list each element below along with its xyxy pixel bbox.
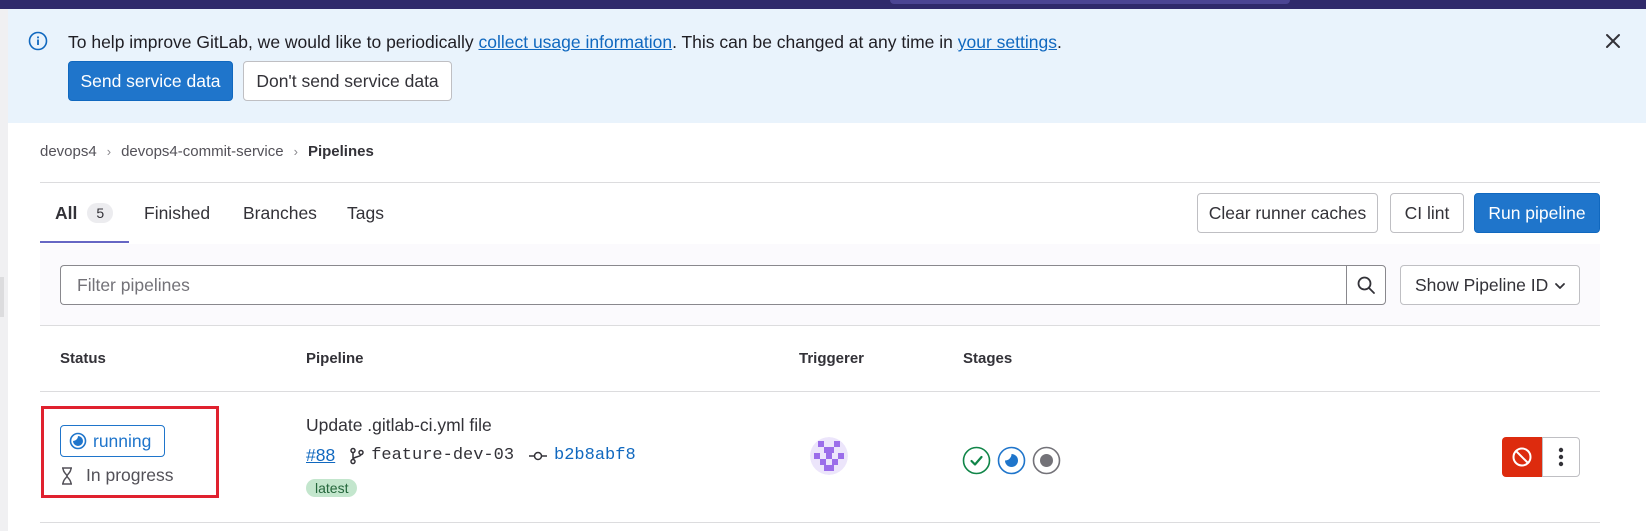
- run-pipeline-button[interactable]: Run pipeline: [1474, 193, 1600, 233]
- more-actions-button[interactable]: [1542, 437, 1580, 477]
- stage-success-icon[interactable]: [962, 446, 991, 475]
- pipeline-commit-title[interactable]: Update .gitlab-ci.yml file: [306, 415, 492, 436]
- banner-text: . This can be changed at any time in: [672, 32, 958, 52]
- column-header-stages: Stages: [963, 350, 1013, 367]
- tab-finished[interactable]: Finished: [144, 183, 210, 243]
- clear-runner-caches-button[interactable]: Clear runner caches: [1197, 193, 1378, 233]
- stage-running-icon[interactable]: [997, 446, 1026, 475]
- banner-text: To help improve GitLab, we would like to…: [68, 32, 479, 52]
- column-header-triggerer: Triggerer: [799, 350, 865, 367]
- divider: [40, 522, 1600, 523]
- cancel-icon: [1512, 447, 1532, 467]
- dont-send-service-data-button[interactable]: Don't send service data: [243, 61, 452, 101]
- pipeline-id-link[interactable]: #88: [306, 445, 335, 466]
- tab-all-label: All: [55, 202, 78, 223]
- your-settings-link[interactable]: your settings: [958, 32, 1057, 52]
- info-icon: [28, 31, 48, 51]
- breadcrumb-item-current[interactable]: Pipelines: [308, 143, 374, 160]
- show-pipeline-id-label: Show Pipeline ID: [1415, 274, 1549, 295]
- cancel-pipeline-button[interactable]: [1502, 437, 1542, 477]
- column-header-pipeline: Pipeline: [306, 350, 364, 367]
- top-search-bar[interactable]: [890, 0, 1290, 4]
- ci-lint-button[interactable]: CI lint: [1390, 193, 1464, 233]
- usage-data-banner: To help improve GitLab, we would like to…: [8, 9, 1646, 123]
- ellipsis-vertical-icon: [1558, 447, 1564, 467]
- filter-pipelines-input[interactable]: [60, 265, 1348, 305]
- collect-usage-link[interactable]: collect usage information: [478, 32, 672, 52]
- branch-icon: [349, 447, 365, 465]
- search-button[interactable]: [1346, 265, 1386, 305]
- pipeline-stages: [962, 446, 1061, 475]
- branch-ref-link[interactable]: feature-dev-03: [371, 446, 514, 465]
- send-service-data-button[interactable]: Send service data: [68, 61, 233, 101]
- close-icon[interactable]: [1601, 29, 1625, 53]
- annotation-highlight-box: [41, 406, 219, 498]
- tab-all-count: 5: [87, 203, 114, 223]
- divider: [40, 391, 1600, 392]
- pipeline-meta: #88 feature-dev-03 b2b8abf8: [306, 445, 636, 466]
- breadcrumb-item-group[interactable]: devops4: [40, 143, 97, 160]
- chevron-right-icon: ›: [106, 144, 112, 159]
- tab-tags[interactable]: Tags: [347, 183, 384, 243]
- banner-text: .: [1056, 32, 1062, 52]
- tab-all[interactable]: All 5: [55, 183, 114, 243]
- breadcrumb-item-project[interactable]: devops4-commit-service: [121, 143, 284, 160]
- stage-created-icon[interactable]: [1032, 446, 1061, 475]
- chevron-right-icon: ›: [293, 144, 298, 159]
- show-pipeline-id-dropdown[interactable]: Show Pipeline ID: [1400, 265, 1580, 305]
- filter-bar: Show Pipeline ID: [40, 244, 1600, 326]
- breadcrumb: devops4 › devops4-commit-service › Pipel…: [40, 143, 374, 160]
- active-tab-indicator: [40, 241, 129, 243]
- triggerer-avatar[interactable]: [810, 437, 848, 475]
- chevron-down-icon: [1555, 283, 1565, 289]
- search-icon: [1357, 276, 1375, 294]
- column-header-status: Status: [60, 350, 106, 367]
- banner-message: To help improve GitLab, we would like to…: [68, 31, 1062, 53]
- sidebar-rail: [0, 9, 8, 531]
- sidebar-toggle-handle[interactable]: [0, 277, 4, 317]
- commit-icon: [528, 449, 548, 463]
- tab-branches[interactable]: Branches: [243, 183, 317, 243]
- latest-badge: latest: [306, 479, 358, 497]
- commit-sha-link[interactable]: b2b8abf8: [554, 446, 636, 465]
- top-navbar: [0, 0, 1646, 9]
